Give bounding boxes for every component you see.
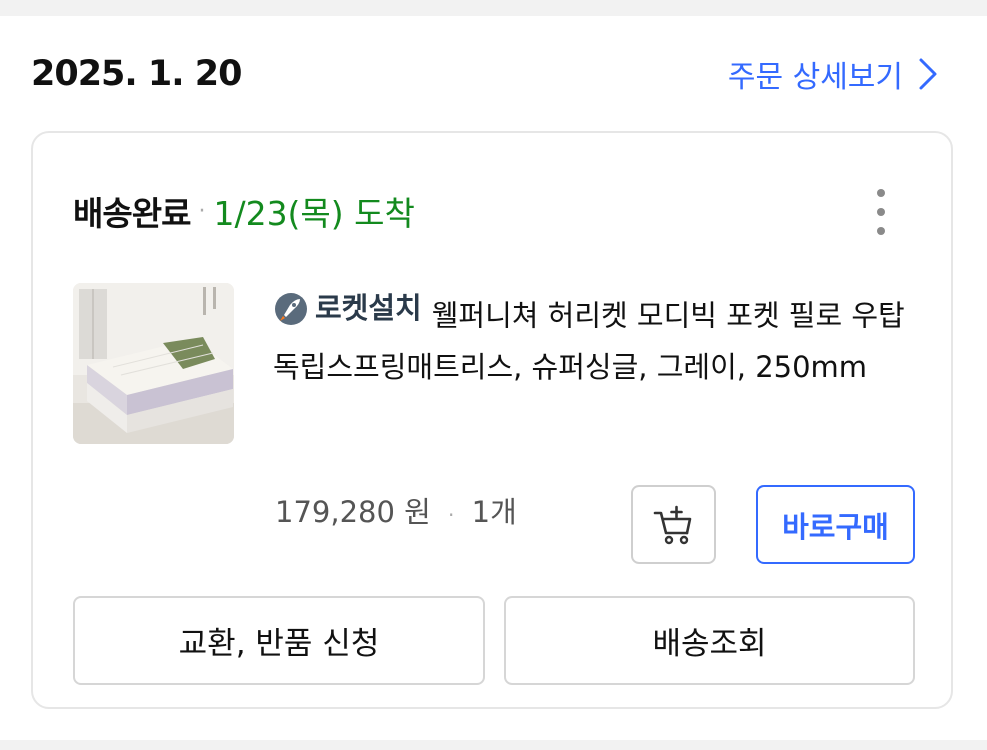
rocket-badge-label: 로켓설치 [315, 291, 422, 325]
delivery-status: 배송완료 [73, 194, 191, 233]
add-to-cart-icon [653, 505, 691, 544]
product-image[interactable] [73, 283, 234, 444]
more-vertical-icon[interactable] [871, 189, 891, 235]
add-to-cart-button[interactable] [631, 485, 716, 564]
order-card: 배송완료 · 1/23(목) 도착 로켓설치 웰퍼니쳐 허리켓 모디빅 포켓 필… [31, 131, 953, 709]
order-detail-link[interactable]: 주문 상세보기 [728, 52, 939, 96]
order-panel: 2025. 1. 20 주문 상세보기 배송완료 · 1/23(목) 도착 로켓… [0, 16, 987, 740]
rocket-icon [275, 292, 307, 325]
buy-now-button[interactable]: 바로구매 [756, 485, 915, 564]
mattress-thumbnail [73, 283, 234, 444]
track-delivery-button[interactable]: 배송조회 [504, 596, 915, 685]
product-price: 179,280 원 [275, 495, 431, 529]
chevron-right-icon [919, 58, 937, 90]
exchange-return-button[interactable]: 교환, 반품 신청 [73, 596, 485, 685]
rocket-install-badge: 로켓설치 [273, 283, 422, 334]
order-date: 2025. 1. 20 [31, 54, 242, 94]
product-quantity: 1개 [471, 495, 517, 529]
price-row: 179,280 원 · 1개 [275, 489, 517, 531]
status-separator: · [198, 198, 206, 224]
delivery-status-row: 배송완료 · 1/23(목) 도착 [73, 187, 415, 235]
order-detail-label: 주문 상세보기 [727, 60, 903, 95]
product-name[interactable]: 로켓설치 웰퍼니쳐 허리켓 모디빅 포켓 필로 우탑 독립스프링매트리스, 슈퍼… [273, 283, 913, 393]
arrival-date: 1/23(목) 도착 [213, 194, 415, 233]
price-separator: · [448, 503, 455, 527]
